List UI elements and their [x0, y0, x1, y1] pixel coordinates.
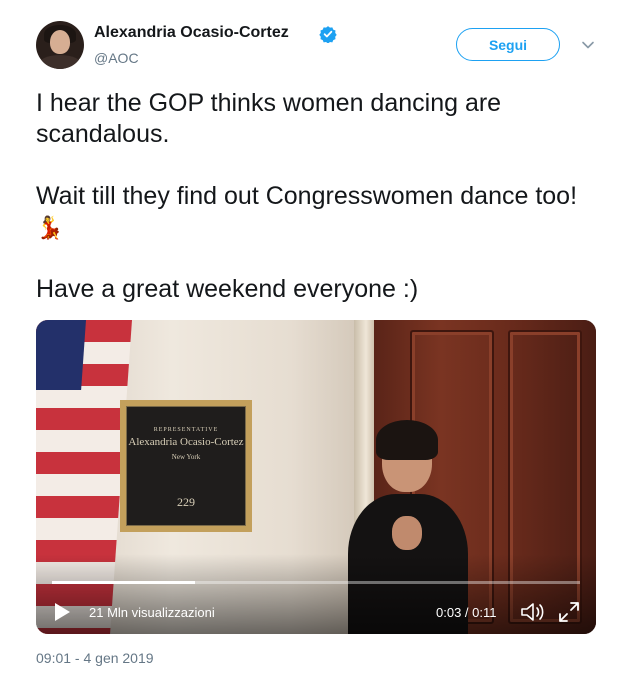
flag-canton: [36, 320, 86, 390]
dancer-emoji-icon: 💃: [36, 215, 64, 240]
office-plaque: REPRESENTATIVE Alexandria Ocasio-Cortez …: [120, 400, 252, 532]
plaque-title: REPRESENTATIVE: [153, 427, 219, 433]
video-timecode: 0:03 / 0:11: [436, 605, 497, 620]
plaque-room-number: 229: [177, 495, 195, 509]
plaque-state: New York: [171, 453, 201, 461]
controls-gradient: [36, 554, 596, 634]
verified-badge-icon: [319, 26, 337, 43]
plaque-name: Alexandria Ocasio-Cortez: [128, 436, 244, 448]
fullscreen-icon[interactable]: [558, 601, 580, 623]
author-avatar[interactable]: [36, 21, 84, 69]
view-count: 21 Mln visualizzazioni: [89, 605, 215, 620]
tweet-paragraph: Have a great weekend everyone :): [36, 275, 419, 303]
follow-button[interactable]: Segui: [456, 28, 560, 61]
tweet-paragraph-text: Wait till they find out Congresswomen da…: [36, 182, 578, 210]
avatar-shoulders: [38, 55, 82, 69]
volume-icon[interactable]: [520, 601, 546, 623]
plaque-face: REPRESENTATIVE Alexandria Ocasio-Cortez …: [126, 406, 246, 526]
tweet-card: Alexandria Ocasio-Cortez @AOC Segui I he…: [0, 0, 623, 674]
author-handle[interactable]: @AOC: [94, 50, 139, 66]
avatar-face: [50, 30, 70, 54]
progress-fill: [52, 581, 195, 584]
progress-bar[interactable]: [52, 581, 580, 584]
chevron-down-icon[interactable]: [581, 38, 595, 52]
tweet-paragraph: I hear the GOP thinks women dancing are …: [36, 89, 502, 148]
tweet-text: I hear the GOP thinks women dancing are …: [36, 88, 596, 336]
author-name[interactable]: Alexandria Ocasio-Cortez: [94, 24, 289, 42]
tweet-paragraph: Wait till they find out Congresswomen da…: [36, 181, 596, 243]
play-icon[interactable]: [52, 601, 72, 623]
tweet-timestamp[interactable]: 09:01 - 4 gen 2019: [36, 650, 154, 666]
person-hair: [376, 420, 438, 460]
person-hand: [392, 516, 422, 550]
video-player[interactable]: REPRESENTATIVE Alexandria Ocasio-Cortez …: [36, 320, 596, 634]
